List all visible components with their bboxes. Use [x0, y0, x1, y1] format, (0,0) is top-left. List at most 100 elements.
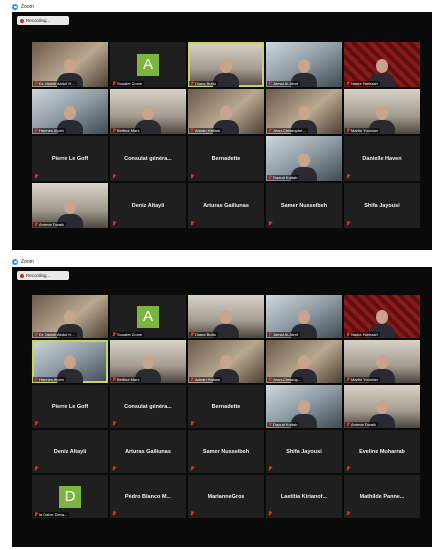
participant-name-label: Jean-Christophe...	[267, 128, 308, 133]
participant-tile[interactable]: Martin Yourdan	[344, 89, 420, 134]
video-head	[298, 400, 310, 414]
participant-tile[interactable]: Deniz Altayli	[32, 430, 108, 473]
mic-muted-icon	[34, 174, 38, 179]
participant-tile[interactable]: Daoud Kuttab	[266, 385, 342, 428]
participant-tile[interactable]: Diana Buttu	[188, 295, 264, 338]
recording-indicator[interactable]: Recording...	[17, 16, 69, 25]
participant-name: Arturas Gailiunas	[203, 202, 249, 209]
participant-tile[interactable]: A Soualer Zoom	[110, 42, 186, 87]
participant-tile[interactable]: Bernadette	[188, 385, 264, 428]
participant-name: Jamal Al-Atraf	[273, 332, 298, 337]
participant-name: Hannes Alpen	[39, 377, 64, 382]
participant-tile[interactable]: Pierre Le Goff	[32, 136, 108, 181]
video-head	[142, 106, 154, 120]
participant-name: Samer Nusseibeh	[280, 202, 328, 209]
participant-tile[interactable]: Arturas Gailiunas	[188, 183, 264, 228]
mic-muted-icon	[346, 377, 350, 382]
avatar: D	[59, 485, 81, 508]
participant-tile[interactable]: Pedro Blanco M...	[110, 475, 186, 518]
video-head	[64, 59, 76, 73]
participant-tile[interactable]: Pierre Le Goff	[32, 385, 108, 428]
avatar: A	[137, 53, 159, 76]
mic-muted-icon	[112, 128, 116, 133]
participant-name-label: Bettina Marx	[111, 377, 142, 382]
video-head	[376, 310, 388, 324]
mic-muted-icon	[268, 422, 272, 427]
participant-tile[interactable]: Dr. Mahdi Abdul H...	[32, 295, 108, 338]
participant-tile[interactable]: Bernadette	[188, 136, 264, 181]
mic-muted-icon	[34, 81, 38, 86]
participant-tile[interactable]: Dla Daive Dena...	[32, 475, 108, 518]
participant-tile[interactable]: Consulat généra...	[110, 385, 186, 428]
participant-tile[interactable]: Ammar Dwaik	[344, 385, 420, 428]
participant-name: Hannes Alpen	[39, 128, 64, 133]
mic-muted-icon	[346, 221, 350, 226]
participant-tile[interactable]: A Soualer Zoom	[110, 295, 186, 338]
zoom-window-top: Zoom Recording... Dr. Mahdi Abdul H... A S…	[12, 2, 432, 250]
participant-tile[interactable]: Samer Nusseibeh	[188, 430, 264, 473]
participant-tile[interactable]: Adnan Hallam	[188, 89, 264, 134]
participant-tile[interactable]: Bettina Marx	[110, 89, 186, 134]
mic-muted-icon	[190, 221, 194, 226]
recording-dot-icon	[20, 18, 24, 23]
mic-muted-icon	[112, 421, 116, 426]
participant-name: Diana Buttu	[195, 81, 216, 86]
video-head	[220, 310, 232, 324]
participant-tile[interactable]: Ammar Dwaik	[32, 183, 108, 228]
video-head	[64, 106, 76, 120]
participant-tile[interactable]: Martin Yourdan	[344, 340, 420, 383]
participant-tile[interactable]: Jean-Christophe...	[266, 89, 342, 134]
participant-tile[interactable]: Jamal Al-Atraf	[266, 295, 342, 338]
mic-muted-icon	[268, 221, 272, 226]
mic-muted-icon	[190, 174, 194, 179]
participant-tile[interactable]: Daoud Kuttab	[266, 136, 342, 181]
participant-tile[interactable]: Shifa Jayousi	[344, 183, 420, 228]
mic-muted-icon	[34, 128, 38, 133]
participant-tile[interactable]: Mathilde Panne...	[344, 475, 420, 518]
participant-name: Daoud Kuttab	[273, 422, 298, 427]
video-head	[220, 59, 232, 73]
participant-name-label: Hannes Alpen	[33, 128, 66, 133]
participant-tile[interactable]: Hannes Alpen	[32, 340, 108, 383]
participant-name-label: Soualer Zoom	[111, 332, 145, 337]
participant-tile[interactable]: Diana Buttu	[188, 42, 264, 87]
mic-muted-icon	[34, 222, 38, 227]
participant-name-label: Dr. Mahdi Abdul H...	[33, 81, 77, 86]
participant-tile[interactable]: Consulat généra...	[110, 136, 186, 181]
title-bar: Zoom	[12, 2, 432, 12]
participant-tile[interactable]: MarianneGros	[188, 475, 264, 518]
participant-name-label: Daoud Kuttab	[267, 422, 300, 427]
video-head	[64, 355, 76, 369]
mic-muted-icon	[190, 377, 194, 382]
participant-name: Deniz Altayli	[131, 202, 165, 209]
participant-name: Dr. Mahdi Abdul H...	[39, 332, 75, 337]
participant-tile[interactable]: Hannes Alpen	[32, 89, 108, 134]
participant-tile[interactable]: Dr. Mahdi Abdul H...	[32, 42, 108, 87]
participant-tile[interactable]: Jamal Al-Atraf	[266, 42, 342, 87]
participant-tile[interactable]: Nadia Harhash	[344, 295, 420, 338]
participant-name: Arturas Gailiunas	[125, 448, 171, 455]
recording-label: Recording...	[26, 18, 51, 23]
participant-name: Dr. Mahdi Abdul H...	[39, 81, 75, 86]
mic-muted-icon	[268, 511, 272, 516]
participant-tile[interactable]: Eveline Muharrab	[344, 430, 420, 473]
participant-tile[interactable]: Nadia Harhash	[344, 42, 420, 87]
participant-tile[interactable]: Bettina Marx	[110, 340, 186, 383]
video-head	[298, 153, 310, 167]
participant-tile[interactable]: Laetitia Kirianof...	[266, 475, 342, 518]
mic-muted-icon	[190, 466, 194, 471]
participant-name: Ammar Dwaik	[351, 422, 376, 427]
participant-name: Eveline Muharrab	[359, 448, 405, 455]
participant-tile[interactable]: Arturas Gailiunas	[110, 430, 186, 473]
participant-tile[interactable]: Samer Nusseibeh	[266, 183, 342, 228]
video-head	[64, 310, 76, 324]
video-head	[298, 59, 310, 73]
recording-indicator[interactable]: Recording...	[17, 271, 69, 280]
participant-tile[interactable]: Adnan Hallam	[188, 340, 264, 383]
gallery-grid: Dr. Mahdi Abdul H... A Soualer Zoom Diana B…	[32, 42, 420, 228]
participant-tile[interactable]: Shifa Jayousi	[266, 430, 342, 473]
mic-muted-icon	[346, 128, 350, 133]
participant-tile[interactable]: Deniz Altayli	[110, 183, 186, 228]
participant-tile[interactable]: Jean-Christop...	[266, 340, 342, 383]
participant-tile[interactable]: Danielle Haven	[344, 136, 420, 181]
